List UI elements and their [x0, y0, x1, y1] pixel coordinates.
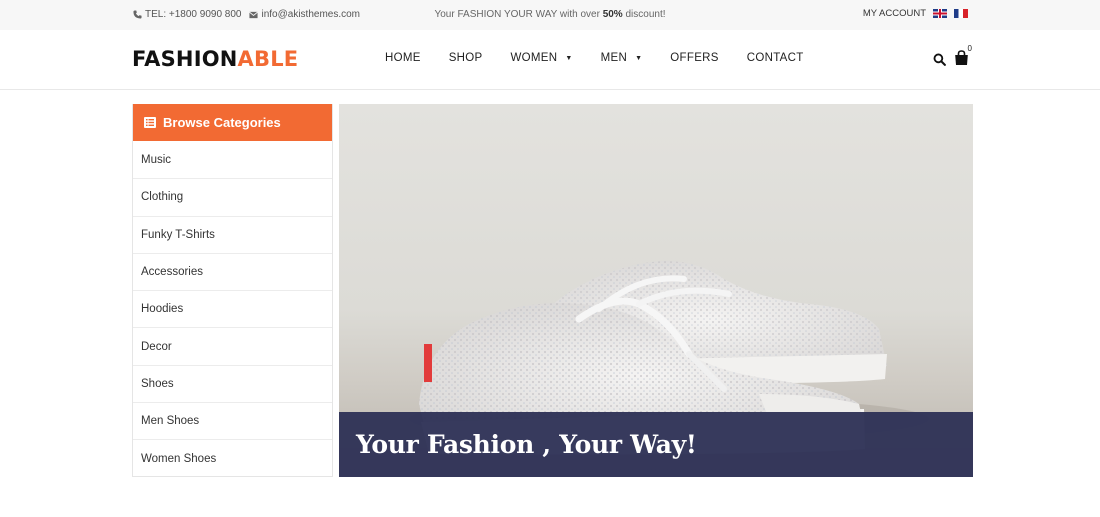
- english-flag-icon[interactable]: [933, 9, 947, 18]
- hero-banner[interactable]: Your Fashion , Your Way!: [339, 104, 973, 477]
- category-shoes[interactable]: Shoes: [133, 364, 332, 402]
- promo-suffix: discount!: [622, 9, 666, 20]
- banner-caption-text: Your Fashion , Your Way!: [356, 430, 697, 459]
- category-hoodies[interactable]: Hoodies: [133, 290, 332, 327]
- cart-count-badge: 0: [967, 44, 972, 53]
- cart-button[interactable]: 0: [954, 44, 972, 68]
- french-flag-icon[interactable]: [954, 9, 968, 18]
- nav-offers-label: OFFERS: [670, 52, 719, 64]
- nav-offers[interactable]: OFFERS: [670, 52, 718, 64]
- list-icon: [144, 117, 156, 128]
- category-accessories[interactable]: Accessories: [133, 252, 332, 290]
- category-clothing[interactable]: Clothing: [133, 178, 332, 215]
- caret-down-icon: ▼: [565, 54, 573, 62]
- my-account-link[interactable]: MY ACCOUNT: [863, 8, 926, 19]
- banner-caption: Your Fashion , Your Way!: [339, 412, 973, 477]
- nav-men[interactable]: MEN ▼: [601, 52, 643, 64]
- search-icon[interactable]: [933, 53, 946, 66]
- caret-down-icon: ▼: [635, 54, 643, 62]
- nav-contact[interactable]: CONTACT: [747, 52, 804, 64]
- main-header: FASHIONABLE HOME SHOP WOMEN ▼ MEN ▼ OFFERS…: [0, 30, 1100, 90]
- header-icons: 0: [933, 44, 972, 68]
- nav-home[interactable]: HOME: [385, 52, 421, 64]
- category-men-shoes[interactable]: Men Shoes: [133, 402, 332, 439]
- nav-women[interactable]: WOMEN ▼: [511, 52, 573, 64]
- category-list: Music Clothing Funky T-Shirts Accessorie…: [133, 141, 332, 477]
- category-decor[interactable]: Decor: [133, 327, 332, 364]
- sidebar-title: Browse Categories: [163, 115, 281, 130]
- promo-discount: 50%: [602, 9, 623, 20]
- nav-men-label: MEN: [600, 52, 628, 64]
- category-women-shoes[interactable]: Women Shoes: [133, 439, 332, 476]
- nav-contact-label: CONTACT: [746, 52, 804, 64]
- nav-home-label: HOME: [385, 52, 421, 64]
- main-nav: HOME SHOP WOMEN ▼ MEN ▼ OFFERS CONTACT: [385, 52, 804, 64]
- category-music[interactable]: Music: [133, 141, 332, 178]
- nav-women-label: WOMEN: [510, 52, 558, 64]
- logo-text-accent: ABLE: [237, 47, 299, 71]
- top-bar: TEL: +1800 9090 800 info@akisthemes.com …: [0, 0, 1100, 30]
- nav-shop[interactable]: SHOP: [449, 52, 483, 64]
- sidebar-header[interactable]: Browse Categories: [133, 104, 332, 141]
- site-logo[interactable]: FASHIONABLE: [132, 47, 298, 71]
- account-area: MY ACCOUNT: [863, 8, 968, 19]
- logo-text-primary: FASHION: [132, 47, 238, 71]
- category-sidebar: Browse Categories Music Clothing Funky T…: [132, 104, 333, 477]
- nav-shop-label: SHOP: [448, 52, 483, 64]
- category-funky-t-shirts[interactable]: Funky T-Shirts: [133, 215, 332, 253]
- promo-prefix: Your FASHION YOUR WAY with over: [434, 9, 603, 20]
